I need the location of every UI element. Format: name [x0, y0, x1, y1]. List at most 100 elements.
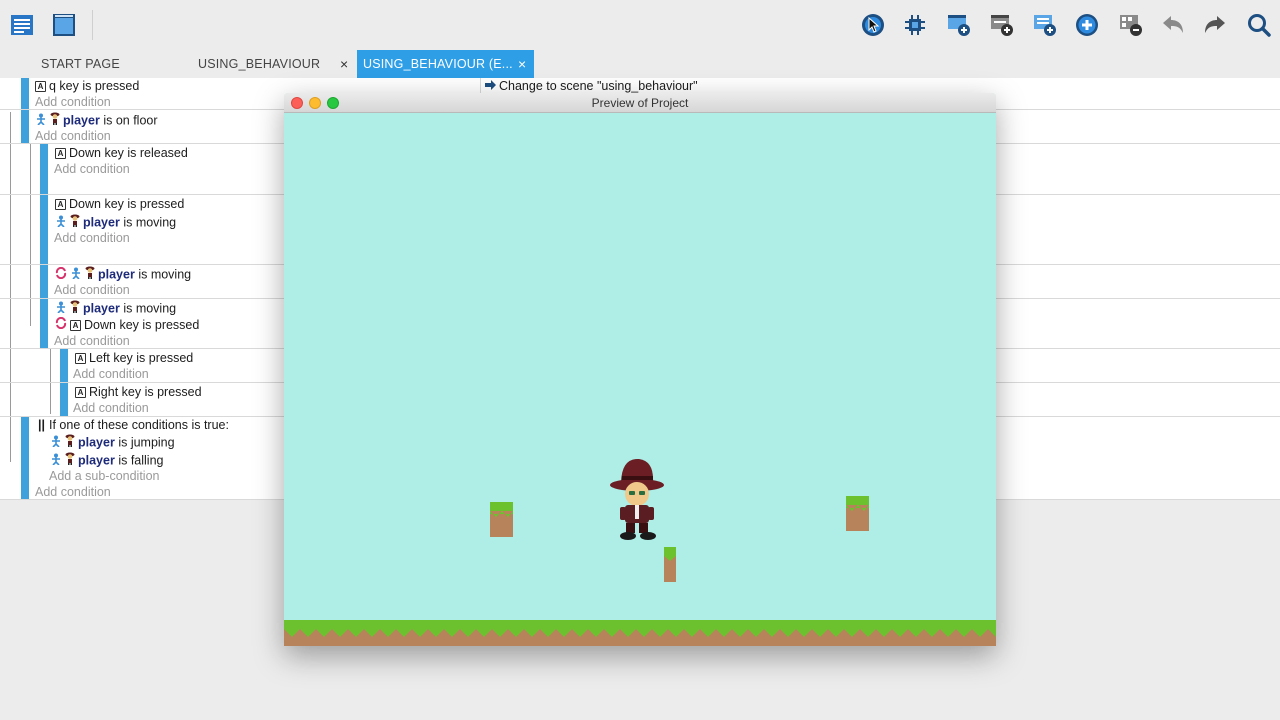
project-manager-icon[interactable]	[8, 11, 36, 39]
debugger-icon[interactable]	[901, 11, 929, 39]
add-condition[interactable]: Add condition	[35, 128, 111, 145]
condition-text: is moving	[134, 267, 192, 282]
search-icon[interactable]	[1245, 11, 1273, 39]
tab-label: USING_BEHAVIOUR (E...	[363, 57, 513, 71]
key-name: Left	[89, 351, 110, 365]
condition[interactable]: Aq key is pressed	[35, 78, 139, 95]
condition-text: key is pressed	[118, 385, 202, 399]
keyboard-icon: A	[55, 199, 66, 211]
condition[interactable]: player is moving	[55, 214, 176, 231]
behavior-icon	[50, 435, 62, 452]
condition[interactable]: A Down key is released	[55, 145, 188, 162]
key-name: Right	[89, 385, 119, 399]
event-bar	[60, 383, 68, 416]
keyboard-icon: A	[70, 320, 81, 332]
condition-text: is moving	[119, 301, 177, 316]
or-condition-icon: ||	[38, 418, 45, 432]
scene-editor-icon[interactable]	[50, 11, 78, 39]
add-condition[interactable]: Add condition	[73, 400, 149, 417]
event-bar	[21, 78, 29, 109]
tab-using-behaviour-scene[interactable]: USING_BEHAVIOUR	[198, 50, 320, 78]
close-window-icon[interactable]	[291, 97, 303, 109]
add-subevent-icon[interactable]	[988, 11, 1016, 39]
grass-platform	[490, 502, 513, 537]
preview-window[interactable]: Preview of Project	[284, 93, 996, 646]
keyboard-icon: A	[75, 387, 86, 399]
game-canvas[interactable]	[284, 113, 996, 646]
condition[interactable]: player is on floor	[35, 112, 158, 129]
player-sprite-icon	[65, 434, 75, 452]
preview-titlebar: Preview of Project	[284, 93, 996, 113]
tab-bar: START PAGE USING_BEHAVIOUR × USING_BEHAV…	[0, 50, 1280, 78]
player-sprite-icon	[70, 300, 80, 318]
maximize-window-icon[interactable]	[327, 97, 339, 109]
sub-condition[interactable]: player is falling	[50, 452, 163, 469]
add-condition[interactable]: Add condition	[54, 282, 130, 299]
event-bar	[40, 299, 48, 348]
behavior-icon	[50, 453, 62, 470]
keyboard-icon: A	[35, 81, 46, 93]
redo-icon[interactable]	[1201, 11, 1229, 39]
condition-text: key is released	[100, 146, 188, 160]
condition-text: key is pressed	[100, 197, 185, 211]
add-condition[interactable]: Add condition	[35, 484, 111, 501]
condition-text: is jumping	[114, 435, 175, 450]
keyboard-icon: A	[55, 148, 66, 160]
tab-close-icon[interactable]: ×	[340, 50, 348, 78]
condition[interactable]: player is moving	[55, 300, 176, 317]
behavior-icon	[55, 301, 67, 318]
event-bar	[21, 110, 29, 143]
behavior-icon	[55, 215, 67, 232]
tab-start-page[interactable]: START PAGE	[41, 50, 120, 78]
add-condition[interactable]: Add condition	[35, 94, 111, 111]
ground	[284, 620, 996, 646]
delete-event-icon[interactable]	[1117, 11, 1145, 39]
object-name: player	[78, 453, 115, 468]
key-name: Down	[84, 318, 116, 332]
event-bar	[60, 349, 68, 382]
preview-play-icon[interactable]	[859, 11, 887, 39]
condition-text: is falling	[114, 453, 164, 468]
add-sub-condition[interactable]: Add a sub-condition	[49, 468, 160, 485]
invert-condition-icon	[55, 317, 67, 334]
add-condition-event-icon[interactable]	[1031, 11, 1059, 39]
add-condition[interactable]: Add condition	[54, 230, 130, 247]
event-bar	[21, 417, 29, 499]
tab-close-icon[interactable]: ×	[518, 50, 526, 78]
condition-text: is on floor	[99, 113, 158, 128]
condition[interactable]: A Right key is pressed	[75, 384, 202, 401]
behavior-icon	[35, 113, 47, 130]
object-name: player	[83, 301, 120, 316]
condition-text: key is pressed	[115, 318, 200, 332]
condition[interactable]: || If one of these conditions is true:	[38, 417, 229, 434]
object-name: player	[83, 215, 120, 230]
object-name: player	[78, 435, 115, 450]
sub-condition[interactable]: player is jumping	[50, 434, 175, 451]
condition-text: is moving	[119, 215, 177, 230]
condition[interactable]: player is moving	[55, 266, 191, 283]
add-event-icon[interactable]	[945, 11, 973, 39]
event-bar	[40, 144, 48, 194]
behavior-icon	[70, 267, 82, 284]
keyboard-icon: A	[75, 353, 86, 365]
key-name: q	[49, 79, 56, 93]
object-name: player	[98, 267, 135, 282]
event-bar	[40, 265, 48, 298]
preview-title: Preview of Project	[591, 96, 689, 110]
add-condition[interactable]: Add condition	[54, 333, 130, 350]
add-condition[interactable]: Add condition	[73, 366, 149, 383]
condition[interactable]: A Left key is pressed	[75, 350, 193, 367]
toolbar	[0, 0, 1280, 50]
toolbar-separator	[92, 10, 93, 40]
condition-text: If one of these conditions is true:	[49, 418, 229, 432]
add-condition[interactable]: Add condition	[54, 161, 130, 178]
invert-condition-icon	[55, 266, 67, 284]
tab-using-behaviour-events[interactable]: USING_BEHAVIOUR (E... ×	[357, 50, 534, 78]
condition-text: key is pressed	[109, 351, 194, 365]
event-bar	[40, 195, 48, 264]
add-icon[interactable]	[1073, 11, 1101, 39]
condition[interactable]: A Down key is pressed	[55, 196, 184, 213]
minimize-window-icon[interactable]	[309, 97, 321, 109]
condition[interactable]: A Down key is pressed	[55, 317, 199, 334]
undo-icon[interactable]	[1159, 11, 1187, 39]
